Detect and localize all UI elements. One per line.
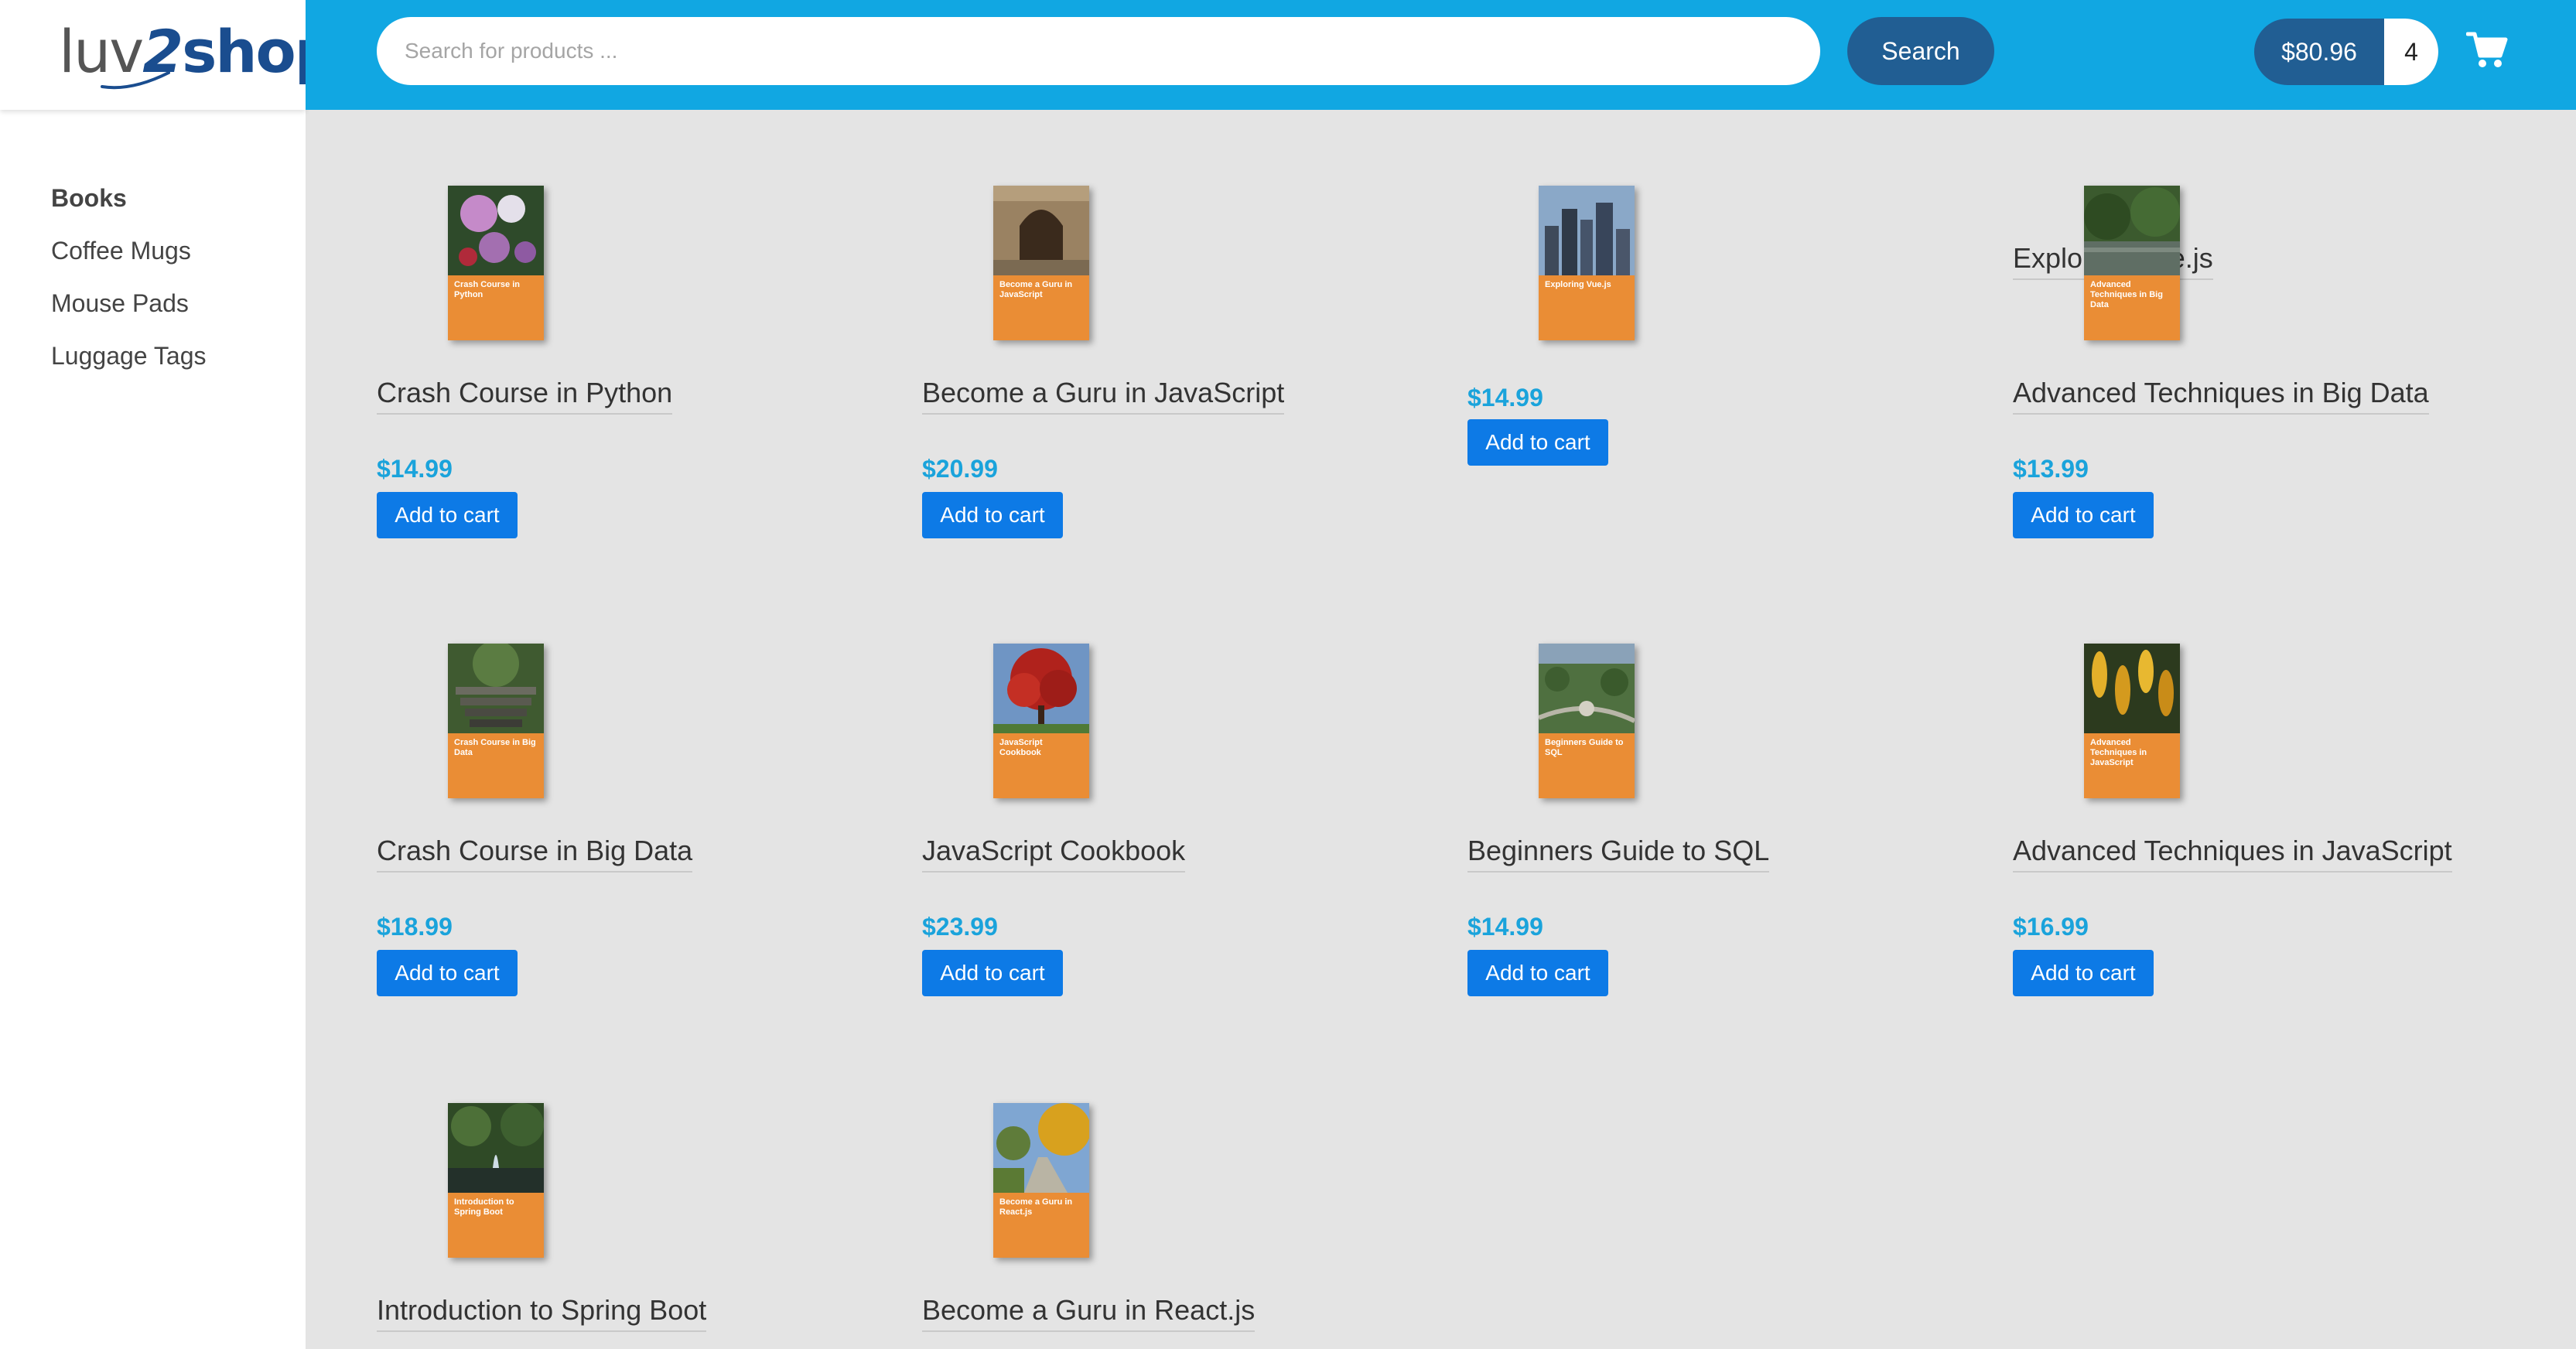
cover-title: JavaScript Cookbook (999, 738, 1043, 757)
product-name[interactable]: Crash Course in Big Data (377, 834, 693, 873)
add-to-cart-button[interactable]: Add to cart (377, 950, 518, 996)
book-cover[interactable]: Become a Guru in JavaScript (993, 186, 1089, 340)
stone-archway-image (993, 186, 1089, 275)
product-name[interactable]: Advanced Techniques in JavaScript (2013, 834, 2452, 873)
add-to-cart-button[interactable]: Add to cart (2013, 492, 2154, 538)
book-cover[interactable]: Advanced Techniques in JavaScript (2084, 644, 2180, 798)
red-tree-image (993, 644, 1089, 733)
category-books[interactable]: Books (51, 172, 206, 224)
add-to-cart-button[interactable]: Add to cart (1467, 419, 1608, 466)
product-name[interactable]: Become a Guru in JavaScript (922, 376, 1285, 415)
cover-title: Become a Guru in JavaScript (999, 280, 1073, 299)
cover-title: Crash Course in Python (454, 280, 520, 299)
park-aerial-image (1539, 644, 1635, 733)
book-cover[interactable]: JavaScript Cookbook (993, 644, 1089, 798)
book-cover[interactable]: Exploring Vue.js (1539, 186, 1635, 340)
category-menu: Books Coffee Mugs Mouse Pads Luggage Tag… (51, 172, 206, 382)
add-to-cart-button[interactable]: Add to cart (922, 492, 1063, 538)
product-name[interactable]: Become a Guru in React.js (922, 1293, 1256, 1332)
product-name[interactable]: Crash Course in Python (377, 376, 673, 415)
category-luggage-tags[interactable]: Luggage Tags (51, 330, 206, 382)
product-name[interactable]: Introduction to Spring Boot (377, 1293, 707, 1332)
product-price: $13.99 (2013, 455, 2089, 483)
shopping-cart-icon[interactable] (2466, 31, 2508, 70)
add-to-cart-button[interactable]: Add to cart (377, 492, 518, 538)
product-price: $16.99 (2013, 913, 2089, 941)
book-cover[interactable]: Crash Course in Python (448, 186, 544, 340)
city-skyline-image (1539, 186, 1635, 275)
cart-count: 4 (2384, 19, 2438, 85)
yellow-flowers-image (2084, 644, 2180, 733)
orchid-flower-image (448, 186, 544, 275)
search-button[interactable]: Search (1847, 17, 1994, 85)
product-price: $14.99 (1467, 913, 1543, 941)
garden-steps-image (448, 644, 544, 733)
cover-title: Advanced Techniques in Big Data (2090, 280, 2163, 309)
river-trees-image (2084, 186, 2180, 275)
product-name[interactable]: Beginners Guide to SQL (1467, 834, 1770, 873)
cover-title: Exploring Vue.js (1545, 280, 1611, 289)
fountain-garden-image (448, 1103, 544, 1193)
product-price: $23.99 (922, 913, 998, 941)
product-name[interactable]: JavaScript Cookbook (922, 834, 1186, 873)
add-to-cart-button[interactable]: Add to cart (922, 950, 1063, 996)
book-cover[interactable]: Become a Guru in React.js (993, 1103, 1089, 1258)
logo[interactable]: luv2shop (0, 0, 337, 110)
autumn-path-image (993, 1103, 1089, 1193)
category-mouse-pads[interactable]: Mouse Pads (51, 277, 206, 330)
cart-status[interactable]: $80.96 4 (2254, 19, 2438, 85)
search-input[interactable] (377, 17, 1820, 85)
add-to-cart-button[interactable]: Add to cart (2013, 950, 2154, 996)
book-cover[interactable]: Introduction to Spring Boot (448, 1103, 544, 1258)
category-coffee-mugs[interactable]: Coffee Mugs (51, 224, 206, 277)
header: Search $80.96 4 (306, 0, 2576, 110)
product-name[interactable]: Advanced Techniques in Big Data (2013, 376, 2429, 415)
product-price: $14.99 (1467, 384, 1543, 412)
cover-title: Become a Guru in React.js (999, 1197, 1073, 1217)
cover-title: Crash Course in Big Data (454, 738, 536, 757)
cover-title: Advanced Techniques in JavaScript (2090, 738, 2147, 767)
product-price: $20.99 (922, 455, 998, 483)
sidebar: luv2shop Books Coffee Mugs Mouse Pads Lu… (0, 0, 337, 1349)
add-to-cart-button[interactable]: Add to cart (1467, 950, 1608, 996)
cart-total: $80.96 (2281, 38, 2357, 66)
cover-title: Introduction to Spring Boot (454, 1197, 514, 1217)
book-cover[interactable]: Advanced Techniques in Big Data (2084, 186, 2180, 340)
logo-swoosh-icon (101, 71, 170, 90)
book-cover[interactable]: Beginners Guide to SQL (1539, 644, 1635, 798)
book-cover[interactable]: Crash Course in Big Data (448, 644, 544, 798)
cover-title: Beginners Guide to SQL (1545, 738, 1624, 757)
product-price: $18.99 (377, 913, 453, 941)
product-price: $14.99 (377, 455, 453, 483)
